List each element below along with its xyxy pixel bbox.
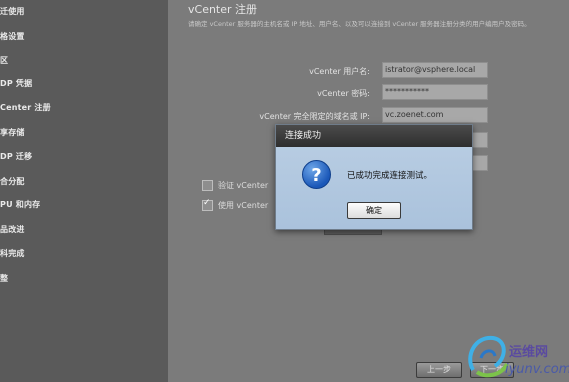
dialog-title: 连接成功 (276, 125, 472, 147)
use-vcenter-checkbox-row[interactable]: 使用 vCenter (202, 198, 269, 211)
use-vcenter-checkbox[interactable] (202, 198, 213, 211)
fqdn-label: vCenter 完全限定的域名或 IP: (259, 112, 370, 121)
verify-checkbox-label: 验证 vCenter (218, 181, 269, 190)
verify-checkbox[interactable] (202, 180, 213, 191)
watermark-cn: 运维网 (509, 345, 549, 360)
prev-button[interactable]: 上一步 (416, 362, 462, 378)
sidebar-item-improvement[interactable]: 品改进 (0, 224, 25, 235)
sidebar-item-storage[interactable]: 享存储 (0, 127, 25, 138)
sidebar-item-vcenter-reg[interactable]: Center 注册 (0, 102, 51, 113)
connection-success-dialog: 连接成功 ? 已成功完成连接测试。 确定 (275, 124, 473, 230)
sidebar-item-vdp-cred[interactable]: DP 凭据 (0, 78, 32, 89)
sidebar-item-network[interactable]: 格设置 (0, 31, 25, 42)
watermark-logo: 运维网 iyunv.com (463, 326, 569, 382)
username-label: vCenter 用户名: (309, 67, 370, 76)
question-icon: ? (302, 160, 331, 189)
sidebar-item-usage[interactable]: 迁使用 (0, 6, 25, 17)
fqdn-field[interactable]: vc.zoenet.com (382, 107, 488, 123)
verify-checkbox-row[interactable]: 验证 vCenter (202, 180, 268, 191)
sidebar-item-zone[interactable]: 区 (0, 55, 8, 66)
password-label: vCenter 密码: (317, 89, 370, 98)
watermark-en: iyunv.com (505, 362, 569, 377)
page-description: 请确定 vCenter 服务器的主机名或 IP 地址、用户名、以及可以连接到 v… (188, 20, 531, 28)
sidebar-nav: 迁使用 格设置 区 DP 凭据 Center 注册 享存储 DP 迁移 合分配 … (0, 0, 168, 382)
username-field[interactable]: istrator@vsphere.local (382, 62, 488, 78)
sidebar-item-allocation[interactable]: 合分配 (0, 176, 25, 187)
dialog-body: ? 已成功完成连接测试。 确定 (276, 147, 472, 229)
watermark-swirl-icon (468, 335, 509, 378)
ok-button[interactable]: 确定 (347, 202, 401, 219)
sidebar-item-adjust[interactable]: 整 (0, 273, 8, 284)
use-vcenter-checkbox-label: 使用 vCenter (218, 201, 269, 210)
sidebar-item-complete[interactable]: 科完成 (0, 248, 25, 259)
page-title: vCenter 注册 (188, 3, 258, 16)
password-field[interactable]: *********** (382, 84, 488, 100)
sidebar-item-cpu-memory[interactable]: PU 和内存 (0, 199, 40, 210)
sidebar-item-vdp-migrate[interactable]: DP 迁移 (0, 151, 32, 162)
dialog-message: 已成功完成连接测试。 (347, 171, 433, 181)
